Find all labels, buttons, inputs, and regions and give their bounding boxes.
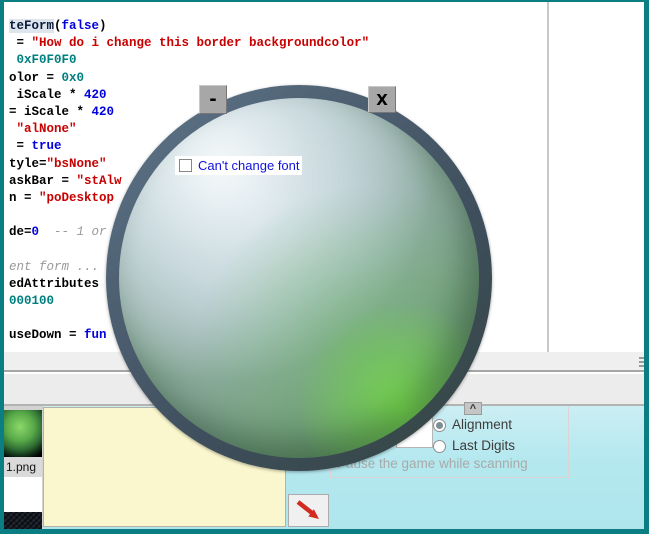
code-token: edAttributes [9,277,99,291]
window-border-left [0,0,4,534]
code-token: iScale * [9,88,84,102]
radio-alignment-label: Alignment [452,417,512,432]
code-token: ( [54,19,62,33]
code-token: teForm [9,19,54,33]
window-border-right [644,0,649,534]
font-checkbox-row: Can't change font [175,156,302,175]
code-token: "poDesktop [39,191,114,205]
code-token [9,53,17,67]
radio-selected-dot [436,422,443,429]
code-token: 000100 [9,294,54,308]
orb-window[interactable] [106,85,492,471]
app-window: teForm(false) = "How do i change this bo… [0,0,649,534]
code-token: useDown = [9,328,84,342]
code-token: -- 1 or [54,225,107,239]
code-token: tyle= [9,157,47,171]
orb-surface [119,98,479,458]
code-token [39,225,54,239]
close-button[interactable]: X [368,86,396,113]
radio-alignment[interactable] [433,419,446,432]
cant-change-font-checkbox[interactable] [179,159,192,172]
code-token: "bsNone" [47,157,107,171]
collapse-chevron-button[interactable]: ^ [464,402,482,415]
code-line: teForm(false) [9,19,369,36]
code-token: 420 [92,105,115,119]
code-token: false [62,19,100,33]
editor-splitter[interactable] [547,2,549,352]
code-token: n = [9,191,39,205]
code-token: 420 [84,88,107,102]
red-arrow-icon [289,495,328,526]
cant-change-font-label: Can't change font [198,158,300,173]
code-token: fun [84,328,107,342]
code-token: olor = [9,71,62,85]
code-token: = [9,139,32,153]
code-token: ent form ... [9,260,99,274]
code-token: ) [99,19,107,33]
code-token: "How do i change this border backgroundc… [32,36,370,50]
thumbnail-texture [4,512,42,529]
radio-last-digits-label: Last Digits [452,438,515,453]
code-token: true [32,139,62,153]
code-line: = "How do i change this border backgroun… [9,36,369,53]
thumbnail-filename: 1.png [4,457,42,477]
code-line: 0xF0F0F0 [9,53,369,70]
window-border-bottom [0,529,649,534]
code-token: = iScale * [9,105,92,119]
code-token: 0x0 [62,71,85,85]
code-token: 0 [32,225,40,239]
code-token [9,122,17,136]
code-token: "stAlw [77,174,122,188]
thumbnail-empty-slot [4,477,42,512]
code-token: askBar = [9,174,77,188]
radio-last-digits[interactable] [433,440,446,453]
code-token: = [9,36,32,50]
code-token: "alNone" [17,122,77,136]
code-token: 0xF0F0F0 [17,53,77,67]
minimize-button[interactable]: - [199,85,227,114]
window-border-top [0,0,649,2]
code-token: de= [9,225,32,239]
arrow-tool-button[interactable] [288,494,329,527]
image-thumbnail[interactable] [4,410,42,457]
